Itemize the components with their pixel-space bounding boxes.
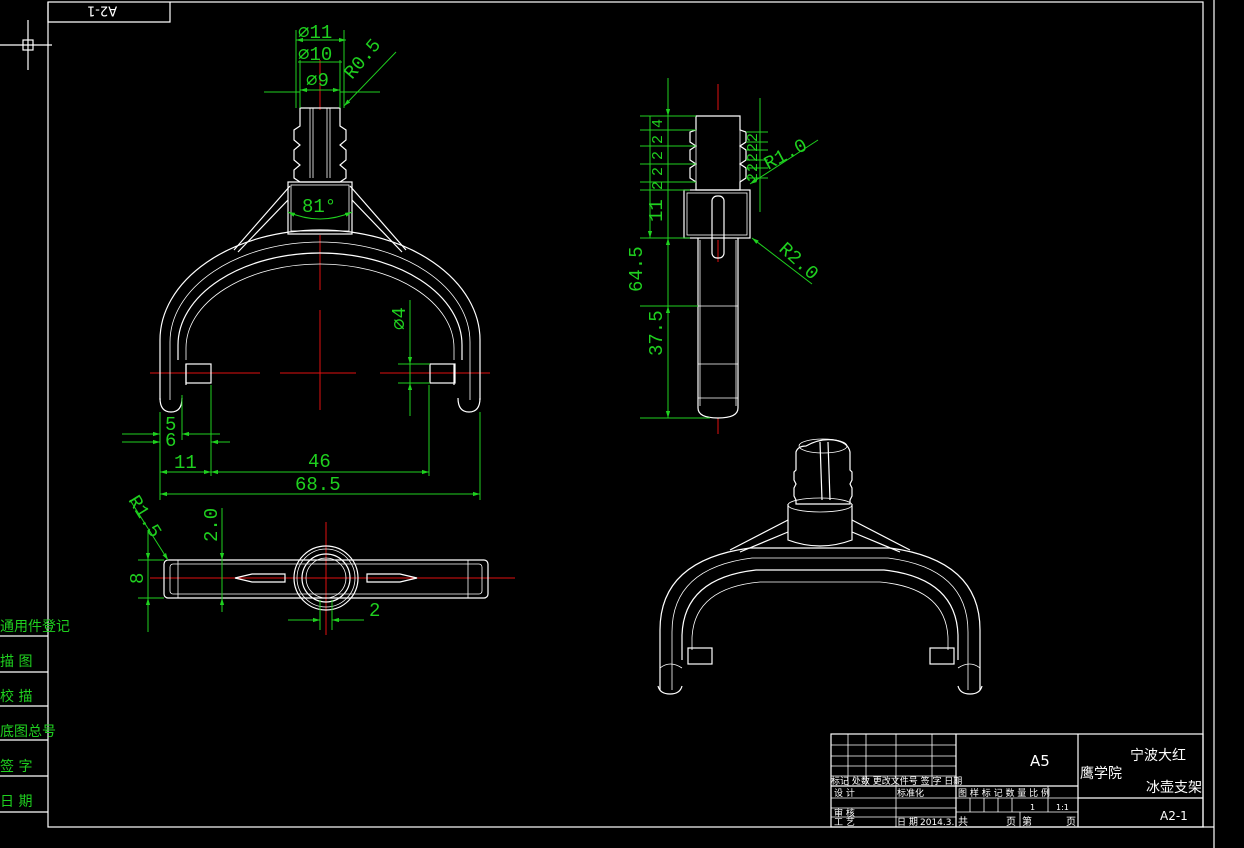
dim-685: 68.5 [295,474,341,496]
dim-stack-right-1: 2 [745,143,762,152]
dim-stack-left-0: 4 [650,119,667,128]
dim-d10: ⌀10 [298,44,332,66]
crosshair-cursor-icon [0,20,52,70]
dim-375: 37.5 [646,310,668,356]
dim-stack-left-2: 2 [650,151,667,160]
dim-46: 46 [308,451,331,473]
dim-d4: ⌀4 [389,307,411,330]
tb-scale: 1:1 [1056,803,1069,812]
dim-20: 2.0 [201,508,223,542]
tb-drawing-no: A2-1 [1160,809,1188,823]
tb-page: 页 [1006,816,1016,828]
tb-page-2: 页 [1066,816,1076,828]
dim-d11: ⌀11 [298,22,332,44]
tb-school-2: 鹰学院 [1080,766,1122,782]
tb-rev-header: 标记 处数 更改文件号 签 字 日期 [831,775,962,787]
tb-total: 共 [958,816,968,828]
left-item-registry: 通用件登记 [0,619,70,635]
dim-stack-left-1: 2 [650,135,667,144]
tb-stage-header: 图 样 标 记 数 量 比 例 [958,787,1050,799]
dim-11: 11 [174,452,197,474]
bottom-view-dimensions: R1.5 2.0 8 2 [123,492,380,632]
dim-stack-right-2: 2 [745,153,762,162]
left-item-signature: 签 字 [0,759,33,775]
tb-standardize: 标准化 [897,787,924,799]
front-view[interactable] [150,60,490,413]
corner-label-box: A2-1 [47,2,171,23]
tb-school-1: 宁波大红 [1130,747,1186,764]
dim-r10: R1.0 [760,134,811,175]
front-view-dimensions: ⌀11 ⌀10 ⌀9 R0.5 81° ⌀4 5 6 11 46 68.5 [122,22,481,500]
dim-stack-right-3: 2 [745,163,762,172]
side-view[interactable] [683,84,751,434]
tb-sheet: 第 [1022,815,1032,828]
small-dim-stack-right: 2 2 2 2 2 [745,133,762,182]
dim-stack-right-0: 2 [745,133,762,142]
dim-r20: R2.0 [774,238,823,285]
dim-11v: 11 [646,199,668,222]
tb-design: 设 计 [834,787,855,799]
dim-angle: 81° [302,196,336,218]
tb-format: A5 [1030,752,1050,770]
left-item-trace: 描 图 [0,654,33,670]
drawing-frame [47,0,1215,848]
isometric-view[interactable] [657,438,983,695]
dim-645: 64.5 [626,246,648,292]
title-block: A5 宁波大红 鹰学院 冰壶支架 A2-1 标记 处数 更改文件号 签 字 日期… [830,733,1204,828]
left-item-check: 校 描 [0,689,33,705]
tb-date-label: 日 期 [897,817,918,828]
dim-r15: R1.5 [123,492,166,542]
dim-6: 6 [165,430,176,452]
dim-8: 8 [127,573,149,584]
dim-stack-left-4: 2 [650,181,667,190]
left-item-base-number: 底图总号 [0,724,56,740]
dim-2: 2 [369,600,380,622]
dim-d9: ⌀9 [306,70,329,92]
tb-date-value: 2014.3. [920,818,954,828]
dim-stack-left-3: 2 [650,167,667,176]
corner-label: A2-1 [87,3,117,18]
left-item-date: 日 期 [0,794,33,810]
tb-process: 工 艺 [834,817,855,828]
tb-quantity: 1 [1030,803,1035,812]
dim-r05: R0.5 [340,35,386,84]
cad-drawing-canvas[interactable]: A2-1 ⌀11 ⌀10 ⌀9 R0.5 81° ⌀4 5 6 11 46 68… [0,0,1244,848]
tb-part-name: 冰壶支架 [1146,780,1202,796]
